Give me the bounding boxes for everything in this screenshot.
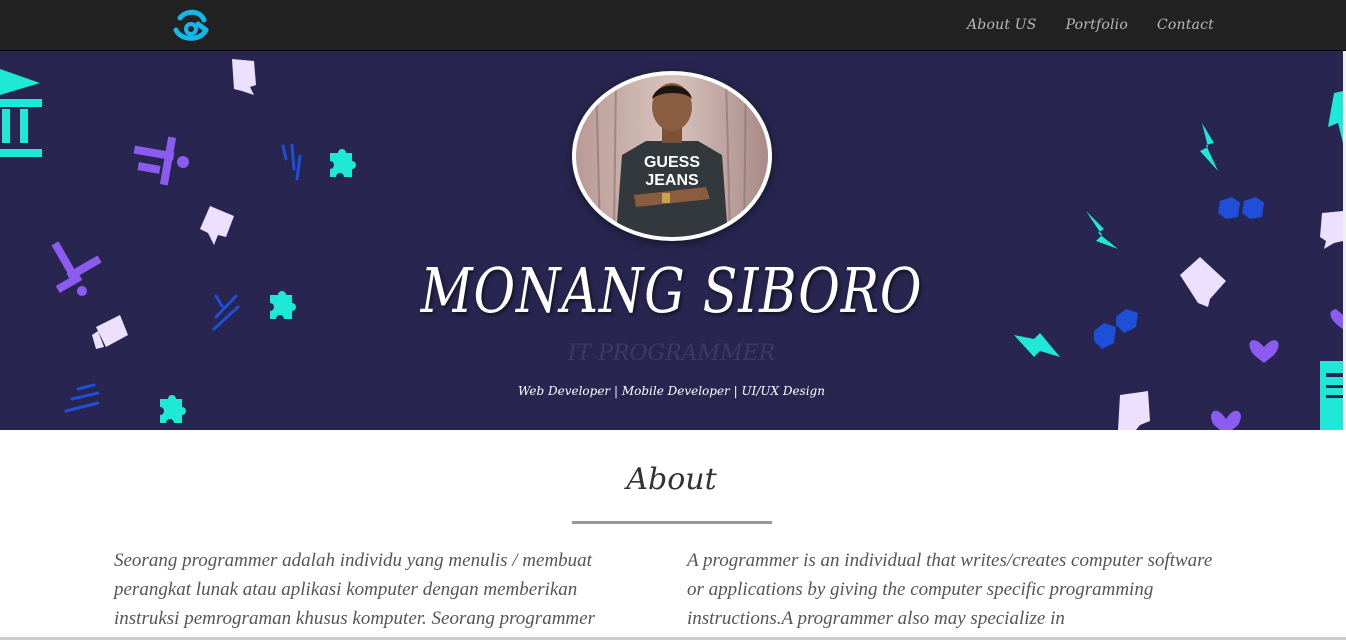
about-title: About bbox=[626, 462, 717, 497]
nav-links: About US Portfolio Contact bbox=[967, 0, 1214, 50]
hero-skills: Web Developer | Mobile Developer | UI/UX… bbox=[518, 384, 825, 398]
profile-photo-frame: GUESS JEANS bbox=[572, 71, 772, 241]
hero-role: IT PROGRAMMER bbox=[567, 341, 776, 366]
nav-link-contact[interactable]: Contact bbox=[1157, 17, 1214, 33]
shirt-text-1: GUESS bbox=[644, 154, 700, 171]
about-divider bbox=[572, 521, 772, 524]
hero-banner: GUESS JEANS MONANG SIBORO IT PROGRAMMER … bbox=[0, 51, 1343, 430]
hero-name: MONANG SIBORO bbox=[420, 254, 923, 327]
nav-link-portfolio[interactable]: Portfolio bbox=[1066, 17, 1128, 33]
about-paragraph-id: Seorang programmer adalah individu yang … bbox=[114, 550, 595, 629]
nav-link-about[interactable]: About US bbox=[967, 17, 1037, 33]
profile-photo: GUESS JEANS bbox=[576, 75, 768, 237]
brand-logo-icon[interactable] bbox=[170, 8, 214, 42]
navbar: About US Portfolio Contact bbox=[0, 0, 1346, 51]
about-paragraph-en: A programmer is an individual that write… bbox=[687, 550, 1213, 629]
shirt-text-2: JEANS bbox=[645, 172, 699, 189]
